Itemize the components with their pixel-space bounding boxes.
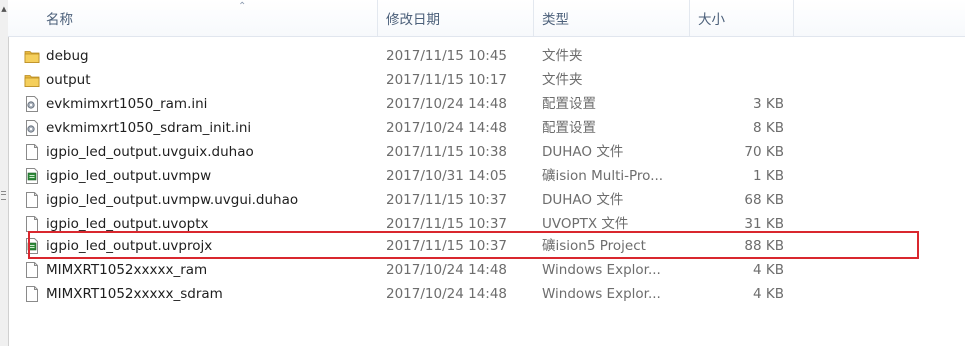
file-row-uvmpw[interactable]: igpio_led_output.uvmpw 2017/10/31 14:05 … [8,164,965,188]
file-name: evkmimxrt1050_ram.ini [46,96,208,112]
file-date: 2017/11/15 10:45 [386,48,508,64]
file-name: igpio_led_output.uvguix.duhao [46,144,254,160]
highlight-annotation-box [28,231,919,259]
file-type: 文件夹 [542,72,583,88]
file-type: Windows Explor... [542,286,661,302]
file-date: 2017/10/24 14:48 [386,286,508,302]
file-size: 3 KB [753,96,784,112]
file-size: 1 KB [753,168,784,184]
file-date: 2017/10/24 14:48 [386,120,508,136]
file-type: 配置设置 [542,96,596,112]
file-type: DUHAO 文件 [542,192,624,208]
ini-settings-icon [24,120,40,136]
column-header-name-label: 名称 [46,12,73,28]
file-size: 4 KB [753,286,784,302]
file-type: 礦ision Multi-Pro... [542,168,664,184]
file-type: 配置设置 [542,120,596,136]
file-row-uvguix[interactable]: igpio_led_output.uvguix.duhao 2017/11/15… [8,140,965,164]
file-date: 2017/10/24 14:48 [386,262,508,278]
file-row-debug[interactable]: debug 2017/11/15 10:45 文件夹 [8,44,965,68]
file-name: igpio_led_output.uvmpw.uvgui.duhao [46,192,299,208]
sort-ascending-icon: ⌃ [238,1,247,12]
column-header-type[interactable]: 类型 [534,0,690,36]
blank-file-icon [24,216,40,232]
file-name: MIMXRT1052xxxxx_sdram [46,286,223,302]
folder-icon [24,72,40,88]
column-header-name[interactable]: 名称 ⌃ [38,0,378,36]
column-header-date[interactable]: 修改日期 [378,0,534,36]
column-header-size-label: 大小 [698,12,725,28]
file-type: DUHAO 文件 [542,144,624,160]
file-size: 68 KB [744,192,784,208]
uvision-file-icon [24,168,40,184]
gutter-grip-icon[interactable] [1,191,6,200]
file-name: evkmimxrt1050_sdram_init.ini [46,120,252,136]
folder-icon [24,48,40,64]
file-name: MIMXRT1052xxxxx_ram [46,262,208,278]
blank-file-icon [24,144,40,160]
file-row-uvmpw-uvgui[interactable]: igpio_led_output.uvmpw.uvgui.duhao 2017/… [8,188,965,212]
file-row-output[interactable]: output 2017/11/15 10:17 文件夹 [8,68,965,92]
column-header-date-label: 修改日期 [386,12,440,28]
blank-file-icon [24,262,40,278]
file-row-mimxrt-sdram[interactable]: MIMXRT1052xxxxx_sdram 2017/10/24 14:48 W… [8,282,965,306]
ini-settings-icon [24,96,40,112]
file-name: igpio_led_output.uvmpw [46,168,212,184]
file-type: 文件夹 [542,48,583,64]
file-date: 2017/11/15 10:38 [386,144,508,160]
file-size [698,44,784,68]
column-header-size[interactable]: 大小 [690,0,794,36]
file-date: 2017/11/15 10:17 [386,72,508,88]
file-size: 8 KB [753,120,784,136]
file-size: 4 KB [753,262,784,278]
blank-file-icon [24,192,40,208]
file-name: debug [46,48,89,64]
file-row-ram-ini[interactable]: evkmimxrt1050_ram.ini 2017/10/24 14:48 配… [8,92,965,116]
file-row-sdram-init-ini[interactable]: evkmimxrt1050_sdram_init.ini 2017/10/24 … [8,116,965,140]
column-header-type-label: 类型 [542,12,569,28]
file-date: 2017/10/31 14:05 [386,168,508,184]
file-date: 2017/10/24 14:48 [386,96,508,112]
column-header-bar: 名称 ⌃ 修改日期 类型 大小 [8,0,965,37]
file-type: Windows Explor... [542,262,661,278]
scroll-up-arrow-icon[interactable]: ▲ [0,4,8,14]
file-row-mimxrt-ram[interactable]: MIMXRT1052xxxxx_ram 2017/10/24 14:48 Win… [8,258,965,282]
blank-file-icon [24,286,40,302]
file-size: 70 KB [744,144,784,160]
file-date: 2017/11/15 10:37 [386,192,508,208]
file-name: output [46,72,91,88]
file-size [698,68,784,92]
